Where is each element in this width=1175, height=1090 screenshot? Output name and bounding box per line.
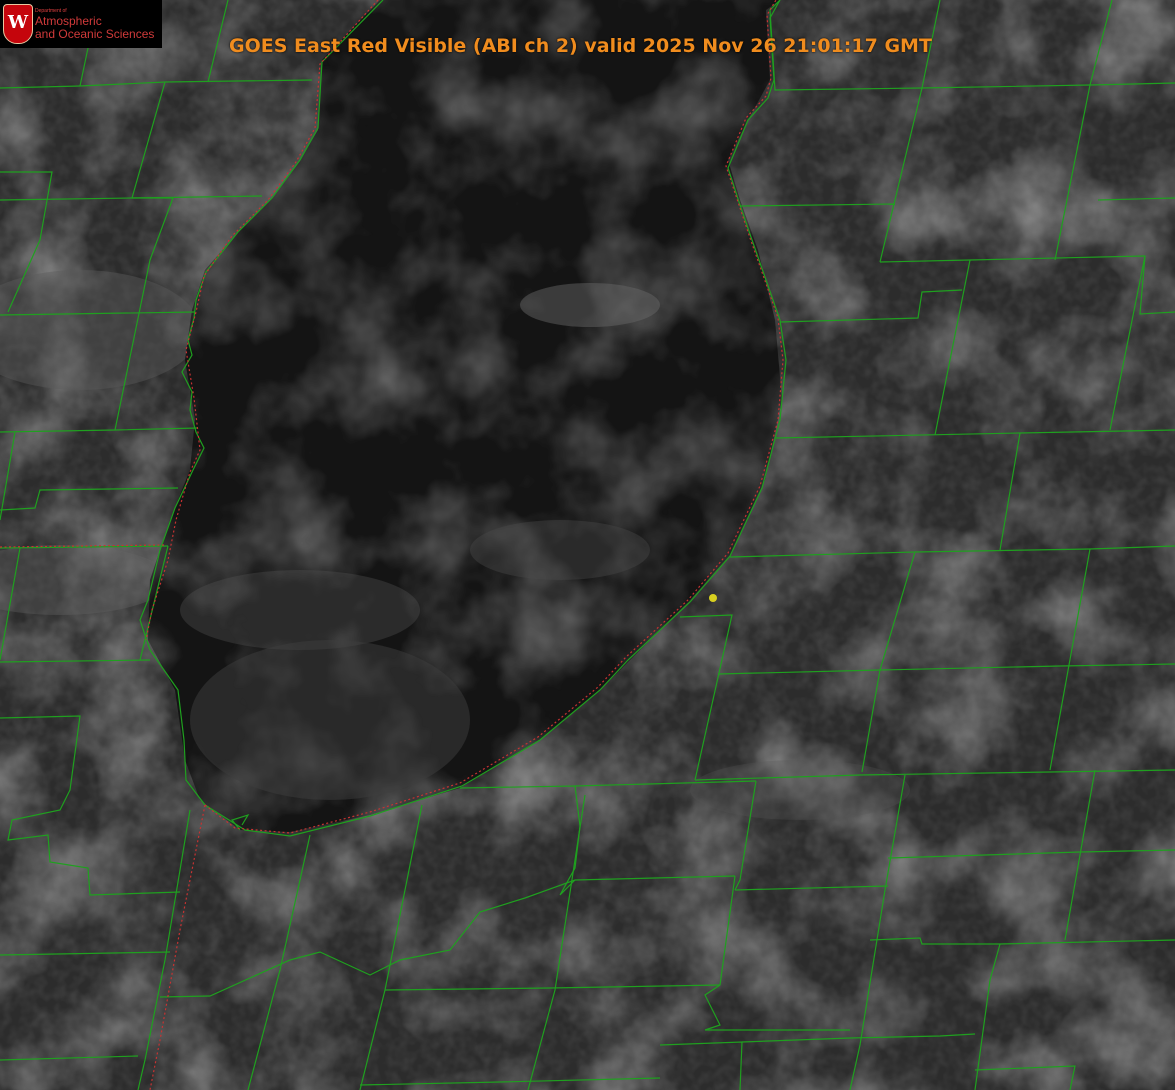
location-marker[interactable] [709,594,717,602]
satellite-map[interactable] [0,0,1175,1090]
uw-aos-logo: W Department of Atmospheric and Oceanic … [0,0,162,48]
image-title: GOES East Red Visible (ABI ch 2) valid 2… [229,35,932,57]
logo-line-1: Atmospheric [35,14,102,28]
logo-line-2: and Oceanic Sciences [35,27,155,41]
cloud-band-southeast [690,760,910,820]
uw-crest-icon: W [3,4,33,44]
